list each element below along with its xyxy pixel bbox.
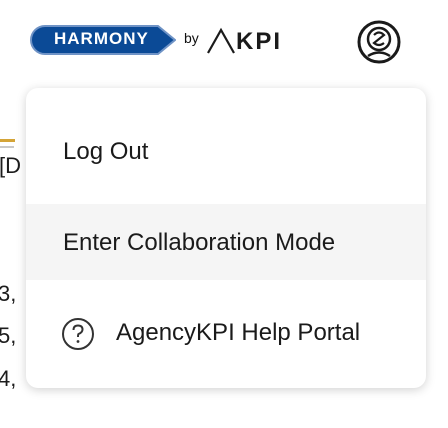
background-text-fragment: [D [0, 153, 21, 178]
background-text-fragment: 3, [0, 281, 17, 306]
question-circle-icon [62, 318, 94, 350]
app-window: [D 3, 5, 4, HARMONY by KPI Log Out Enter… [0, 0, 448, 428]
background-accent-bar [0, 139, 15, 142]
agencykpi-logo-text: KPI [236, 28, 283, 55]
menu-item-label: Log Out [63, 138, 149, 165]
user-circle-icon [357, 20, 401, 64]
app-header: HARMONY by KPI [0, 0, 448, 84]
menu-item-enter-collaboration-mode[interactable]: Enter Collaboration Mode [26, 204, 426, 280]
agencykpi-logo: KPI [206, 27, 306, 57]
logo-by-text: by [184, 30, 199, 46]
menu-item-log-out[interactable]: Log Out [26, 116, 426, 196]
background-text-fragment: 4, [0, 366, 17, 391]
harmony-logo-text: HARMONY [54, 29, 149, 48]
background-text-fragment: 5, [0, 323, 17, 348]
menu-item-label: AgencyKPI Help Portal [116, 319, 361, 346]
profile-dropdown-menu: Log Out Enter Collaboration Mode AgencyK… [26, 88, 426, 388]
menu-item-label: Enter Collaboration Mode [63, 229, 336, 256]
agencykpi-logo-mark [207, 27, 235, 54]
menu-item-help-portal[interactable]: AgencyKPI Help Portal [26, 296, 426, 372]
background-divider [0, 146, 14, 148]
profile-menu-button[interactable] [356, 19, 402, 65]
harmony-logo[interactable]: HARMONY [30, 25, 176, 55]
